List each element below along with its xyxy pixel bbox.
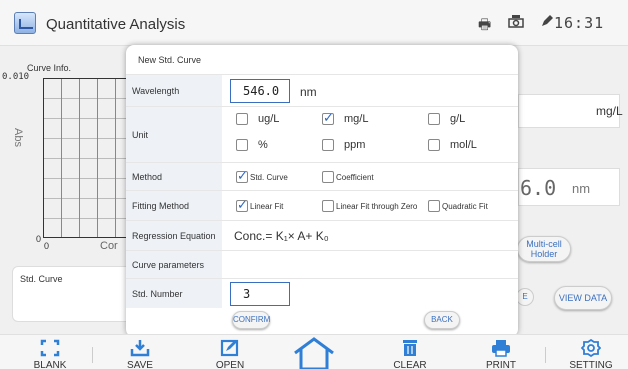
gear-icon <box>580 338 602 362</box>
save-button[interactable]: SAVE <box>105 335 175 369</box>
unit-option-ug-l[interactable]: ug/L <box>236 113 279 125</box>
new-std-curve-dialog: New Std. Curve Wavelength 546.0 nm Unit … <box>126 45 518 337</box>
checkbox-icon[interactable] <box>428 139 440 151</box>
checkbox-icon[interactable] <box>236 113 248 125</box>
checkbox-icon[interactable] <box>428 113 440 125</box>
y-axis-max-label: 0.010 <box>2 72 30 82</box>
trash-icon <box>401 339 419 362</box>
unit-row: Unit ug/L mg/L g/L % ppm mol/L <box>126 106 518 162</box>
unit-label: Unit <box>126 107 222 162</box>
curve-info-label: Curve Info. <box>27 63 72 73</box>
checkbox-checked-icon[interactable] <box>236 168 248 184</box>
print-button[interactable]: PRINT <box>466 335 536 369</box>
app-title: Quantitative Analysis <box>46 16 186 33</box>
y-axis-zero-label: 0 <box>36 234 42 244</box>
wavelength-display-unit: nm <box>572 181 591 196</box>
checkbox-icon[interactable] <box>322 139 334 151</box>
x-axis-label: Cor <box>100 240 118 252</box>
blank-icon <box>40 339 60 362</box>
fitting-option-linear[interactable]: Linear Fit <box>236 197 283 213</box>
unit-option-g-l[interactable]: g/L <box>428 113 465 125</box>
std-curve-label: Std. Curve <box>20 274 63 284</box>
setting-button[interactable]: SETTING <box>556 335 626 369</box>
toolbar-divider <box>545 347 546 363</box>
method-option-coefficient[interactable]: Coefficient <box>322 171 374 183</box>
edit-round-button[interactable]: E <box>516 288 534 306</box>
home-icon <box>294 337 334 369</box>
checkbox-icon[interactable] <box>428 200 440 212</box>
checkbox-icon[interactable] <box>322 200 334 212</box>
printer-icon[interactable]: 🖶 <box>478 14 491 38</box>
wavelength-input[interactable]: 546.0 <box>230 79 290 103</box>
fitting-option-linear-zero[interactable]: Linear Fit through Zero <box>322 200 417 212</box>
curve-parameters-row: Curve parameters <box>126 250 518 278</box>
unit-option-mol-l[interactable]: mol/L <box>428 139 477 151</box>
open-icon <box>220 339 240 362</box>
method-row: Method Std. Curve Coefficient <box>126 162 518 190</box>
printer-icon <box>491 339 511 362</box>
regression-row: Regression Equation Conc.= K₁× A+ K₀ <box>126 220 518 250</box>
pen-icon[interactable] <box>540 14 554 31</box>
clock: 16:31 <box>554 14 605 32</box>
wavelength-row: Wavelength 546.0 nm <box>126 74 518 106</box>
clear-button[interactable]: CLEAR <box>375 335 445 369</box>
wavelength-unit: nm <box>300 85 317 99</box>
back-button[interactable]: BACK <box>424 311 460 329</box>
camera-icon[interactable] <box>508 14 524 31</box>
app-logo-icon <box>14 12 36 34</box>
std-number-input[interactable]: 3 <box>230 282 290 306</box>
x-axis-zero-label: 0 <box>44 241 50 251</box>
blank-button[interactable]: BLANK <box>15 335 85 369</box>
curve-parameters-label: Curve parameters <box>126 251 222 278</box>
fitting-method-row: Fitting Method Linear Fit Linear Fit thr… <box>126 190 518 220</box>
unit-option-percent[interactable]: % <box>236 139 268 151</box>
toolbar-divider <box>92 347 93 363</box>
checkbox-checked-icon[interactable] <box>322 110 334 126</box>
multicell-holder-button[interactable]: Multi-cell Holder <box>517 236 571 262</box>
method-option-std-curve[interactable]: Std. Curve <box>236 168 288 184</box>
dialog-title: New Std. Curve <box>138 55 202 65</box>
unit-option-mg-l[interactable]: mg/L <box>322 110 368 126</box>
wavelength-label: Wavelength <box>126 75 222 106</box>
checkbox-checked-icon[interactable] <box>236 197 248 213</box>
view-data-button[interactable]: VIEW DATA <box>554 286 612 310</box>
fitting-method-label: Fitting Method <box>126 191 222 220</box>
checkbox-icon[interactable] <box>236 139 248 151</box>
title-bar: Quantitative Analysis 🖶 16:31 <box>0 0 628 46</box>
std-number-label: Std. Number <box>126 279 222 308</box>
confirm-button[interactable]: CONFIRM <box>232 311 270 329</box>
fitting-option-quadratic[interactable]: Quadratic Fit <box>428 200 488 212</box>
bottom-toolbar: BLANK SAVE OPEN CLEAR PRINT SETTING <box>0 334 628 369</box>
regression-label: Regression Equation <box>126 221 222 250</box>
unit-option-ppm[interactable]: ppm <box>322 139 365 151</box>
std-number-row: Std. Number 3 <box>126 278 518 308</box>
save-icon <box>130 339 150 362</box>
checkbox-icon[interactable] <box>322 171 334 183</box>
curve-chart-area <box>43 78 133 238</box>
home-button[interactable] <box>285 337 343 369</box>
open-button[interactable]: OPEN <box>195 335 265 369</box>
regression-equation: Conc.= K₁× A+ K₀ <box>234 229 329 243</box>
unit-display-value: mg/L <box>596 104 623 118</box>
method-label: Method <box>126 163 222 190</box>
abs-axis-label: Abs <box>12 128 24 147</box>
wavelength-display-value: 6.0 <box>520 176 557 200</box>
